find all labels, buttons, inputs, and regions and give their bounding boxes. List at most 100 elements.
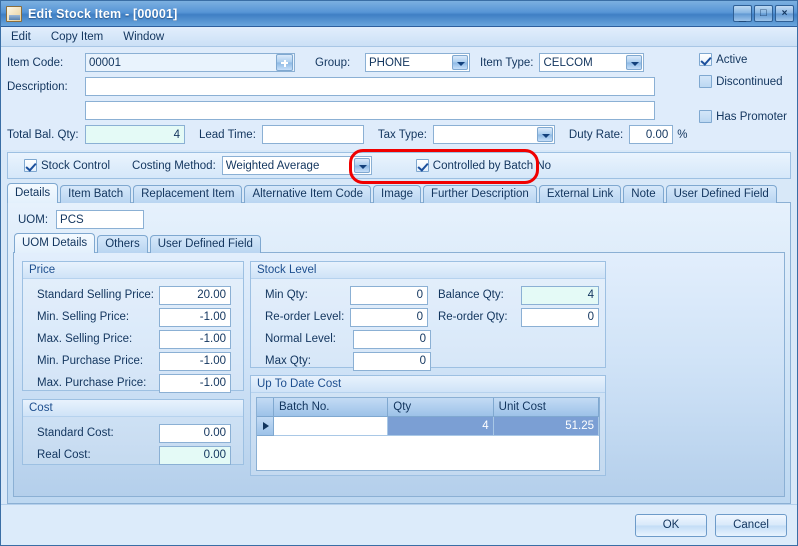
- item-type-combo[interactable]: [539, 53, 645, 72]
- active-checkbox[interactable]: Active: [699, 53, 747, 66]
- active-label: Active: [716, 53, 748, 66]
- price-group-body: Standard Selling Price: Min. Selling Pri…: [23, 279, 243, 399]
- balance-qty-input[interactable]: [521, 285, 599, 305]
- normal-level-input[interactable]: [353, 329, 431, 349]
- costing-method-input[interactable]: [221, 156, 372, 175]
- stock-control-checkbox[interactable]: Stock Control: [24, 159, 110, 172]
- cell-qty[interactable]: 4: [388, 417, 494, 436]
- item-code-input[interactable]: [85, 53, 295, 72]
- total-bal-qty-label: Total Bal. Qty:: [7, 128, 79, 141]
- tab-external-link[interactable]: External Link: [538, 185, 622, 203]
- tab-image[interactable]: Image: [373, 185, 422, 203]
- window-title: Edit Stock Item - [00001]: [28, 6, 178, 21]
- checkbox-unchecked-icon: [699, 75, 713, 88]
- minimize-icon: _: [738, 8, 747, 23]
- min-purchase-price-label: Min. Purchase Price:: [37, 355, 144, 367]
- menu-item-window[interactable]: Window: [121, 30, 166, 44]
- subtab-uom-details[interactable]: UOM Details: [14, 233, 96, 253]
- re-order-qty-input[interactable]: [521, 307, 599, 327]
- cancel-button[interactable]: Cancel: [715, 513, 787, 537]
- min-qty-input[interactable]: [349, 285, 428, 305]
- close-button[interactable]: ×: [775, 5, 794, 22]
- subtab-others[interactable]: Others: [97, 235, 148, 253]
- description-line1-input[interactable]: [85, 77, 655, 96]
- chevron-down-icon[interactable]: [353, 158, 370, 173]
- subtab-user-defined-field[interactable]: User Defined Field: [149, 235, 261, 253]
- max-selling-price-input[interactable]: [159, 329, 231, 349]
- title-bar: Edit Stock Item - [00001] _ □ ×: [1, 1, 797, 27]
- tab-replacement-item[interactable]: Replacement Item: [133, 185, 243, 203]
- total-bal-qty-input[interactable]: [85, 125, 185, 144]
- tab-details[interactable]: Details: [7, 183, 59, 203]
- real-cost-input[interactable]: [159, 445, 231, 465]
- percent-label: %: [677, 128, 688, 141]
- cell-batch-no[interactable]: [274, 417, 389, 436]
- max-selling-price-row: Max. Selling Price:: [29, 328, 237, 350]
- stock-control-label: Stock Control: [41, 159, 111, 172]
- checkbox-checked-icon: [415, 159, 429, 172]
- description-label: Description:: [7, 80, 68, 93]
- controlled-by-batch-no-checkbox[interactable]: Controlled by Batch No: [415, 159, 551, 172]
- min-selling-price-row: Min. Selling Price:: [29, 306, 237, 328]
- menu-bar: Edit Copy Item Window: [1, 27, 797, 47]
- up-to-date-cost-grid[interactable]: Batch No. Qty Unit Cost 4 51.25: [256, 397, 600, 471]
- details-tab-panel: UOM: UOM Details Others User Defined Fie…: [7, 202, 791, 504]
- column-header-qty[interactable]: Qty: [388, 398, 494, 417]
- has-promoter-checkbox[interactable]: Has Promoter: [699, 110, 787, 123]
- duty-rate-input[interactable]: [629, 125, 674, 144]
- min-selling-price-input[interactable]: [159, 307, 231, 327]
- cost-group-title: Cost: [23, 400, 243, 417]
- description-line2-input[interactable]: [85, 101, 655, 120]
- price-group: Price Standard Selling Price: Min. Selli…: [22, 261, 244, 393]
- checkbox-checked-icon: [24, 159, 37, 172]
- max-qty-input[interactable]: [353, 351, 431, 371]
- uom-input[interactable]: [56, 210, 145, 229]
- normal-level-label: Normal Level:: [265, 333, 336, 345]
- tab-user-defined-field[interactable]: User Defined Field: [665, 185, 777, 203]
- chevron-down-icon[interactable]: [536, 127, 553, 142]
- min-purchase-price-input[interactable]: [159, 351, 231, 371]
- ok-button[interactable]: OK: [635, 513, 707, 537]
- cost-group: Cost Standard Cost: Real Cost:: [22, 399, 244, 465]
- costing-method-label: Costing Method:: [132, 159, 216, 172]
- column-header-batch-no[interactable]: Batch No.: [274, 398, 389, 417]
- re-order-level-input[interactable]: [349, 307, 428, 327]
- chevron-down-icon[interactable]: [626, 55, 643, 70]
- max-qty-label: Max Qty:: [265, 355, 312, 367]
- tab-note[interactable]: Note: [623, 185, 664, 203]
- chevron-down-icon[interactable]: [452, 55, 468, 70]
- tax-type-combo[interactable]: [432, 125, 555, 144]
- menu-item-copy-item[interactable]: Copy Item: [49, 30, 105, 44]
- costing-method-combo[interactable]: [221, 156, 372, 175]
- minimize-button[interactable]: _: [733, 5, 752, 22]
- item-code-label: Item Code:: [7, 56, 64, 69]
- maximize-button[interactable]: □: [754, 5, 773, 22]
- group-combo[interactable]: [365, 53, 470, 72]
- tab-alternative-item-code[interactable]: Alternative Item Code: [244, 185, 372, 203]
- lead-time-input[interactable]: [261, 125, 364, 144]
- standard-cost-input[interactable]: [159, 423, 231, 443]
- standard-cost-row: Standard Cost:: [29, 422, 237, 444]
- row-indicator-icon: [257, 417, 274, 436]
- real-cost-label: Real Cost:: [37, 449, 91, 461]
- window-controls: _ □ ×: [733, 5, 794, 22]
- checkbox-unchecked-icon: [699, 110, 713, 123]
- item-code-lookup-icon[interactable]: [276, 54, 293, 71]
- max-purchase-price-input[interactable]: [159, 373, 231, 393]
- max-selling-price-label: Max. Selling Price:: [37, 333, 133, 345]
- discontinued-checkbox[interactable]: Discontinued: [699, 75, 783, 88]
- real-cost-row: Real Cost:: [29, 444, 237, 466]
- max-qty-row: Max Qty:: [257, 350, 599, 372]
- standard-selling-price-input[interactable]: [159, 285, 231, 305]
- stock-level-group: Stock Level Min Qty: Balance Qty: Re-ord…: [250, 261, 606, 371]
- re-order-level-row: Re-order Level: Re-order Qty:: [257, 306, 599, 328]
- re-order-level-label: Re-order Level:: [265, 311, 345, 323]
- cell-unit-cost[interactable]: 51.25: [493, 417, 599, 436]
- table-row[interactable]: 4 51.25: [257, 417, 599, 436]
- tab-item-batch[interactable]: Item Batch: [60, 185, 132, 203]
- maximize-icon: □: [760, 7, 767, 19]
- column-header-unit-cost[interactable]: Unit Cost: [493, 398, 599, 417]
- menu-item-edit[interactable]: Edit: [9, 30, 33, 44]
- tab-further-description[interactable]: Further Description: [423, 185, 537, 203]
- min-qty-label: Min Qty:: [265, 289, 308, 301]
